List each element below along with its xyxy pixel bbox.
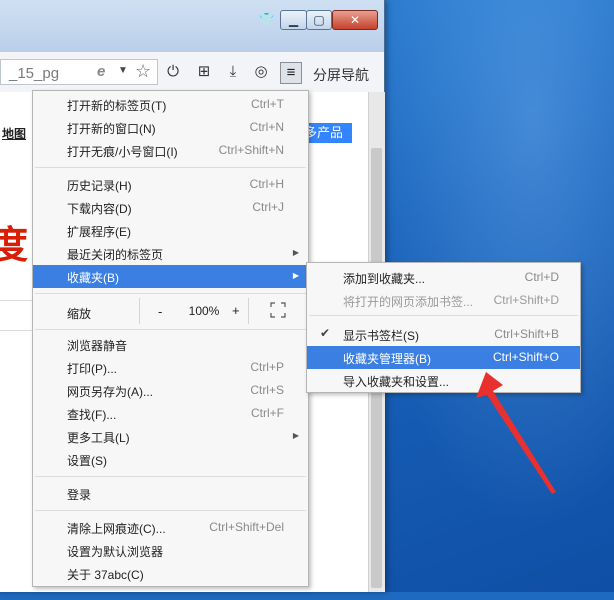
zoom-in-button[interactable]: + — [232, 303, 240, 318]
ie-compat-icon[interactable]: e — [97, 63, 105, 80]
submenu-item-add-favorite[interactable]: 添加到收藏夹... Ctrl+D — [307, 266, 580, 289]
menu-separator — [35, 329, 306, 330]
menu-item-downloads[interactable]: 下载内容(D) Ctrl+J — [33, 196, 308, 219]
submenu-item-import[interactable]: 导入收藏夹和设置... — [307, 369, 580, 392]
zoom-control: 缩放 - 100% + — [33, 296, 308, 326]
menu-item-save-page[interactable]: 网页另存为(A)... Ctrl+S — [33, 379, 308, 402]
title-bar: 👕 ▁ ▢ ✕ — [0, 0, 384, 52]
menu-item-history[interactable]: 历史记录(H) Ctrl+H — [33, 173, 308, 196]
minimize-button[interactable]: ▁ — [280, 10, 307, 30]
zoom-value: 100% — [188, 304, 220, 318]
address-bar[interactable]: _15_pg e ▼ ☆ — [0, 59, 158, 85]
menu-item-settings[interactable]: 设置(S) — [33, 448, 308, 471]
menu-item-login[interactable]: 登录 — [33, 482, 308, 505]
chevron-down-icon[interactable]: ▼ — [118, 65, 128, 76]
fullscreen-icon[interactable] — [270, 302, 286, 318]
star-icon[interactable]: ☆ — [135, 61, 151, 82]
check-icon: ✔ — [320, 326, 331, 340]
menu-item-extensions[interactable]: 扩展程序(E) — [33, 219, 308, 242]
user-icon[interactable]: ◎ — [251, 62, 271, 82]
close-button[interactable]: ✕ — [332, 10, 378, 30]
address-text: _15_pg — [9, 65, 60, 82]
power-icon[interactable]: ⏻ — [163, 62, 183, 82]
menu-item-print[interactable]: 打印(P)... Ctrl+P — [33, 356, 308, 379]
menu-item-find[interactable]: 查找(F)... Ctrl+F — [33, 402, 308, 425]
menu-item-about[interactable]: 关于 37abc(C) — [33, 562, 308, 585]
menu-item-favorites[interactable]: 收藏夹(B) ▶ — [33, 265, 308, 288]
chevron-right-icon: ▶ — [292, 431, 299, 440]
map-link[interactable]: 地图 — [2, 125, 26, 142]
hamburger-icon[interactable]: ≡ — [280, 62, 302, 84]
menu-separator — [35, 293, 306, 294]
chevron-right-icon: ▶ — [292, 248, 299, 257]
chevron-right-icon: ▶ — [292, 271, 299, 280]
submenu-item-show-bookmark-bar[interactable]: ✔ 显示书签栏(S) Ctrl+Shift+B — [307, 323, 580, 346]
menu-item-mute[interactable]: 浏览器静音 — [33, 333, 308, 356]
menu-separator — [35, 167, 306, 168]
submenu-item-bookmark-open-pages[interactable]: 将打开的网页添加书签... Ctrl+Shift+D — [307, 289, 580, 312]
logo-text: 度 — [0, 225, 29, 267]
menu-separator — [35, 476, 306, 477]
menu-item-new-window[interactable]: 打开新的窗口(N) Ctrl+N — [33, 116, 308, 139]
zoom-box: - 100% + — [139, 298, 249, 324]
menu-separator — [309, 315, 578, 316]
menu-item-recently-closed[interactable]: 最近关闭的标签页 ▶ — [33, 242, 308, 265]
menu-item-clear-data[interactable]: 清除上网痕迹(C)... Ctrl+Shift+Del — [33, 516, 308, 539]
apps-grid-icon[interactable]: ⊞ — [194, 62, 214, 82]
menu-item-more-tools[interactable]: 更多工具(L) ▶ — [33, 425, 308, 448]
toolbar: _15_pg e ▼ ☆ ⏻ ⊞ ⤓ ◎ ≡ 分屏导航 — [0, 52, 384, 93]
zoom-label: 缩放 — [67, 307, 92, 321]
submenu-item-favorites-manager[interactable]: 收藏夹管理器(B) Ctrl+Shift+O — [307, 346, 580, 369]
main-menu: 打开新的标签页(T) Ctrl+T 打开新的窗口(N) Ctrl+N 打开无痕/小号… — [32, 90, 309, 587]
skin-icon[interactable]: 👕 — [259, 12, 274, 26]
favorites-submenu: 添加到收藏夹... Ctrl+D 将打开的网页添加书签... Ctrl+Shift+… — [306, 262, 581, 393]
menu-item-new-tab[interactable]: 打开新的标签页(T) Ctrl+T — [33, 93, 308, 116]
split-nav-button[interactable]: 分屏导航 — [313, 65, 369, 85]
maximize-button[interactable]: ▢ — [306, 10, 332, 30]
zoom-out-button[interactable]: - — [158, 304, 162, 319]
menu-separator — [35, 510, 306, 511]
menu-item-set-default[interactable]: 设置为默认浏览器 — [33, 539, 308, 562]
download-icon[interactable]: ⤓ — [223, 62, 243, 82]
menu-item-incognito[interactable]: 打开无痕/小号窗口(I) Ctrl+Shift+N — [33, 139, 308, 162]
